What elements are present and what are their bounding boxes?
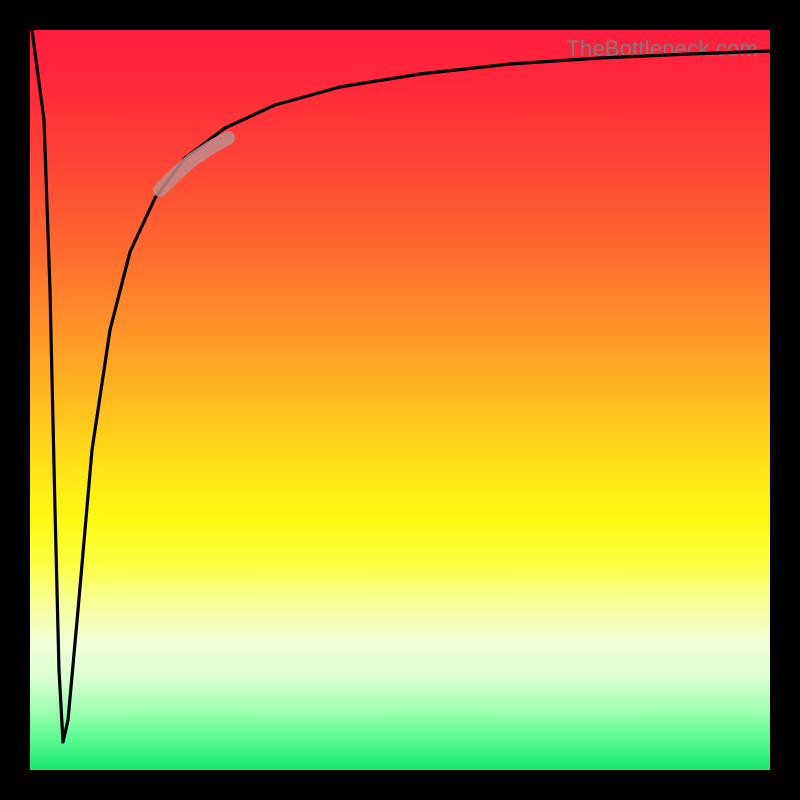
plot-area: TheBottleneck.com bbox=[30, 30, 770, 770]
highlight-segment bbox=[160, 138, 228, 190]
chart-frame: TheBottleneck.com bbox=[0, 0, 800, 800]
bottleneck-curve-path bbox=[32, 30, 770, 742]
curve-svg bbox=[30, 30, 770, 770]
